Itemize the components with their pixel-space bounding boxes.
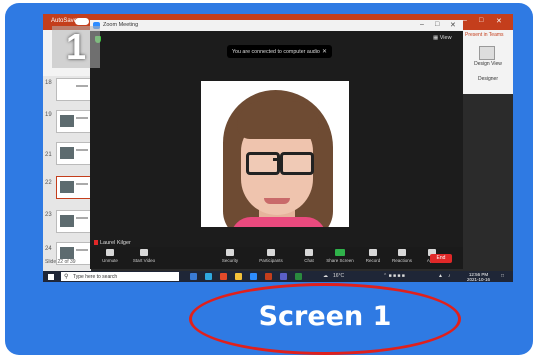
zoom-maximize-icon[interactable]: □ — [435, 21, 439, 28]
record-icon — [369, 249, 377, 256]
shield-icon — [226, 249, 234, 256]
notifications-icon[interactable]: □ — [501, 273, 504, 279]
slide-thumbnail[interactable] — [56, 78, 92, 101]
slide-number: 19 — [45, 112, 52, 118]
audio-notice-text: You are connected to computer audio — [232, 49, 320, 55]
participant-fringe — [237, 101, 319, 139]
close-notice-icon[interactable]: ✕ — [322, 48, 327, 55]
zoom-minimize-icon[interactable]: – — [420, 21, 424, 28]
glasses-bridge — [273, 158, 281, 161]
slide-thumbnail-selected[interactable] — [56, 176, 92, 199]
end-meeting-button[interactable]: End — [430, 254, 452, 263]
slide-number: 18 — [45, 80, 52, 86]
share-screen-button[interactable]: Share Screen — [322, 249, 358, 263]
minimize-icon[interactable]: – — [463, 17, 467, 24]
powerpoint-taskbar-icon[interactable] — [265, 273, 272, 280]
screen-number-badge: 1 — [52, 26, 100, 68]
chrome-icon[interactable] — [220, 273, 227, 280]
close-icon[interactable]: ✕ — [496, 17, 502, 25]
unmute-button[interactable]: Unmute — [92, 249, 128, 263]
reactions-icon — [398, 249, 406, 256]
designer-group: Present in Teams Design View Designer — [463, 30, 513, 94]
zoom-window: Zoom Meeting – □ ✕ ▦ View You are connec… — [90, 20, 463, 269]
slide-number: 22 — [45, 180, 52, 186]
windows-start-icon[interactable] — [48, 274, 54, 280]
windows-taskbar: ⚲ Type here to search ☁ 16°C ⌃ ■ ■ ■ ■ ▲… — [43, 271, 513, 282]
slide-number: 23 — [45, 212, 52, 218]
participants-button[interactable]: Participants — [253, 249, 289, 263]
autosave-label: AutoSave — [51, 18, 78, 24]
participants-icon — [267, 249, 275, 256]
search-placeholder: Type here to search — [73, 274, 118, 280]
slide-number: 24 — [45, 246, 52, 252]
weather-icon[interactable]: ☁ — [323, 273, 328, 279]
slide-thumbnail[interactable] — [56, 110, 92, 133]
participant-name: Laurel Kilger — [94, 240, 131, 246]
wifi-icon[interactable]: ▲ — [438, 273, 443, 279]
zoom-window-title: Zoom Meeting — [103, 22, 139, 28]
slide-thumbnail[interactable] — [56, 142, 92, 165]
glasses-left-lens — [246, 152, 280, 175]
start-video-label: Start Video — [132, 258, 156, 263]
chat-icon — [305, 249, 313, 256]
zoom-titlebar: Zoom Meeting – □ ✕ — [90, 20, 463, 31]
volume-icon[interactable]: ♪ — [448, 273, 451, 279]
maximize-icon[interactable]: □ — [479, 17, 483, 24]
glasses-right-lens — [280, 152, 314, 175]
search-icon: ⚲ — [64, 274, 69, 280]
slide-thumbnail-pane: 18 19 21 22 23 24 — [43, 76, 92, 271]
share-screen-icon — [335, 249, 345, 256]
screen-preview: AutoSave – □ ✕ Present in Teams Design V… — [43, 14, 513, 282]
teams-taskbar-icon[interactable] — [280, 273, 287, 280]
video-icon — [140, 249, 148, 256]
zoom-taskbar-icon[interactable] — [250, 273, 257, 280]
slide-number: 21 — [45, 152, 52, 158]
participant-shirt — [231, 217, 326, 227]
autosave-toggle[interactable] — [75, 18, 89, 25]
view-label: View — [439, 35, 452, 41]
system-tray-icons[interactable]: ⌃ ■ ■ ■ ■ — [383, 273, 405, 279]
edge-icon[interactable] — [205, 273, 212, 280]
design-view-label[interactable]: Design View — [471, 61, 505, 67]
participant-mouth — [264, 198, 290, 204]
security-button[interactable]: Security — [212, 249, 248, 263]
start-video-button[interactable]: Start Video — [126, 249, 162, 263]
mic-icon — [106, 249, 114, 256]
slide-counter: Slide 22 of 39 — [45, 259, 76, 265]
excel-taskbar-icon[interactable] — [295, 273, 302, 280]
designer-label: Designer — [477, 76, 498, 82]
taskbar-search-box[interactable]: ⚲ Type here to search — [61, 272, 179, 281]
view-button[interactable]: ▦ View — [433, 35, 452, 41]
security-label: Security — [221, 258, 239, 263]
present-in-teams-label[interactable]: Present in Teams — [465, 32, 504, 38]
weather-temp: 16°C — [333, 273, 345, 279]
meeting-toolbar: Unmute Start Video Security Participants… — [90, 247, 463, 269]
taskbar-clock[interactable]: 12:56 PM 2021-10-16 — [467, 272, 490, 282]
file-explorer-icon[interactable] — [235, 273, 242, 280]
screen-number: 1 — [65, 26, 87, 67]
design-view-icon[interactable] — [479, 46, 495, 60]
screen-card[interactable]: AutoSave – □ ✕ Present in Teams Design V… — [5, 3, 533, 355]
screen-caption: Screen 1 — [258, 301, 392, 332]
unmute-label: Unmute — [102, 258, 118, 263]
share-screen-label: Share Screen — [326, 258, 354, 263]
audio-notice: You are connected to computer audio ✕ — [227, 45, 332, 58]
zoom-close-icon[interactable]: ✕ — [450, 21, 456, 29]
clock-date: 2021-10-16 — [467, 277, 491, 282]
participant-video — [201, 81, 349, 227]
task-view-icon[interactable] — [190, 273, 197, 280]
participants-label: Participants — [259, 258, 283, 263]
slide-thumbnail[interactable] — [56, 210, 92, 233]
